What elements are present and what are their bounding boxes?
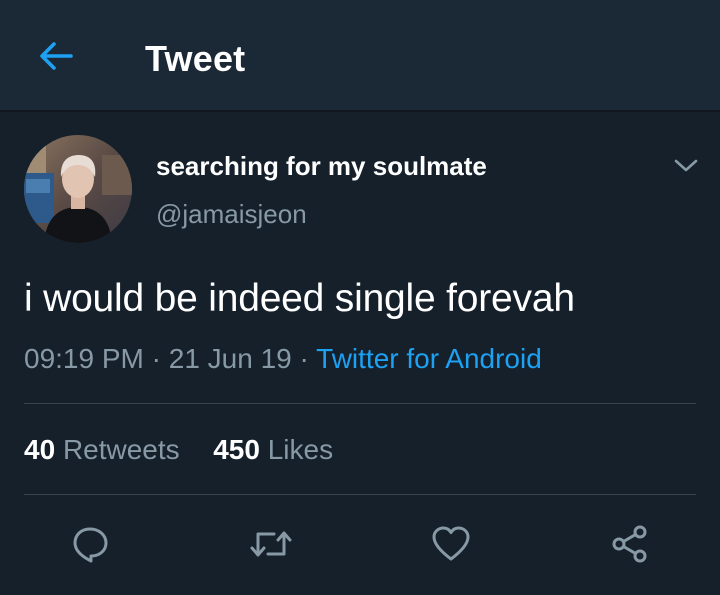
retweets-label: Retweets <box>62 434 180 465</box>
author-display-name[interactable]: searching for my soulmate <box>156 150 487 182</box>
tweet-time: 09:19 PM <box>24 343 144 374</box>
reply-bubble-icon <box>73 527 108 563</box>
retweet-button[interactable] <box>249 522 293 566</box>
tweet-date: 21 Jun 19 <box>168 343 292 374</box>
likes-label: Likes <box>267 434 334 465</box>
avatar[interactable] <box>24 135 132 243</box>
reply-button[interactable] <box>68 522 112 566</box>
retweets-stat[interactable]: 40 Retweets <box>24 433 180 467</box>
tweet-stats: 40 Retweets 450 Likes <box>24 433 333 467</box>
like-button[interactable] <box>429 522 473 566</box>
tweet-source-link[interactable]: Twitter for Android <box>316 343 542 374</box>
retweet-icon <box>250 531 292 557</box>
top-app-bar: Tweet <box>0 0 720 112</box>
page-title: Tweet <box>145 38 246 79</box>
arrow-left-icon <box>40 42 73 70</box>
chevron-down-icon <box>674 159 698 172</box>
retweets-count: 40 <box>24 434 56 465</box>
likes-count: 450 <box>213 434 260 465</box>
tweet-metadata: 09:19 PM · 21 Jun 19 · Twitter for Andro… <box>24 342 542 376</box>
avatar-photo <box>24 135 132 243</box>
divider <box>24 403 696 404</box>
meta-separator: · <box>151 343 161 374</box>
share-icon <box>612 525 647 563</box>
heart-icon <box>432 526 470 561</box>
tweet-options-button[interactable] <box>668 148 704 184</box>
meta-separator: · <box>299 343 309 374</box>
author-handle[interactable]: @jamaisjeon <box>156 198 307 230</box>
tweet-text: i would be indeed single forevah <box>24 277 575 320</box>
divider <box>24 494 696 495</box>
back-button[interactable] <box>32 34 80 78</box>
likes-stat[interactable]: 450 Likes <box>213 433 333 467</box>
share-button[interactable] <box>608 522 652 566</box>
